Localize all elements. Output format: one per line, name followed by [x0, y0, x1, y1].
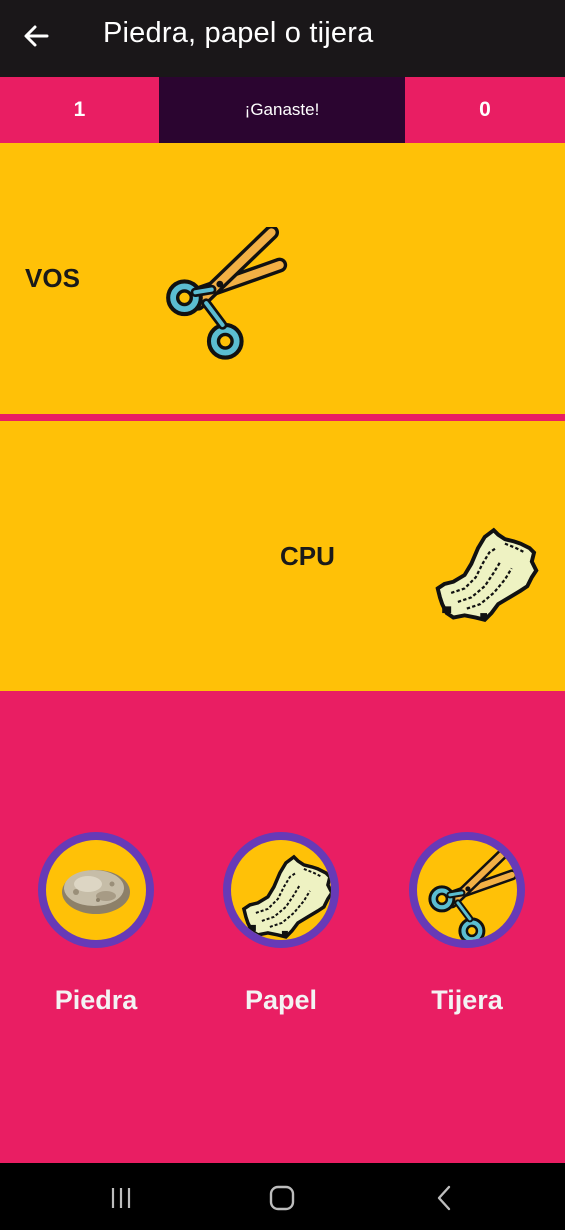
- rock-icon: [46, 840, 146, 940]
- cpu-panel: CPU: [0, 421, 565, 691]
- choice-scissors-button[interactable]: [409, 832, 525, 948]
- choice-rock-face: [46, 840, 146, 940]
- choice-paper-label[interactable]: Papel: [211, 985, 351, 1016]
- choice-scissors-label[interactable]: Tijera: [397, 985, 537, 1016]
- choice-paper-button[interactable]: [223, 832, 339, 948]
- recents-icon: [111, 1188, 131, 1208]
- cpu-label: CPU: [280, 541, 335, 571]
- choice-scissors-face: [417, 840, 517, 940]
- home-icon: [269, 1185, 295, 1211]
- paper-icon: [426, 519, 548, 631]
- result-banner: ¡Ganaste!: [159, 77, 405, 143]
- system-back-button[interactable]: [414, 1178, 474, 1218]
- cpu-score: 0: [479, 98, 491, 121]
- scoreboard: 1 ¡Ganaste! 0: [0, 77, 565, 143]
- paper-icon: [231, 840, 331, 940]
- player-score: 1: [73, 98, 86, 121]
- choice-paper-face: [231, 840, 331, 940]
- page-title: Piedra, papel o tijera: [103, 17, 374, 49]
- recents-button[interactable]: [91, 1178, 151, 1218]
- home-button[interactable]: [252, 1178, 312, 1218]
- choice-rock-label[interactable]: Piedra: [26, 985, 166, 1016]
- choice-rock-button[interactable]: [38, 832, 154, 948]
- arrow-left-icon: [24, 25, 49, 47]
- chevron-left-icon: [437, 1185, 451, 1211]
- player-label: VOS: [25, 263, 80, 293]
- back-button[interactable]: [14, 14, 58, 58]
- scissors-icon: [417, 840, 517, 940]
- player-panel: VOS: [0, 143, 565, 414]
- app-bar: Piedra, papel o tijera: [0, 0, 565, 77]
- system-nav-bar: [0, 1163, 565, 1230]
- scissors-icon: [160, 227, 296, 363]
